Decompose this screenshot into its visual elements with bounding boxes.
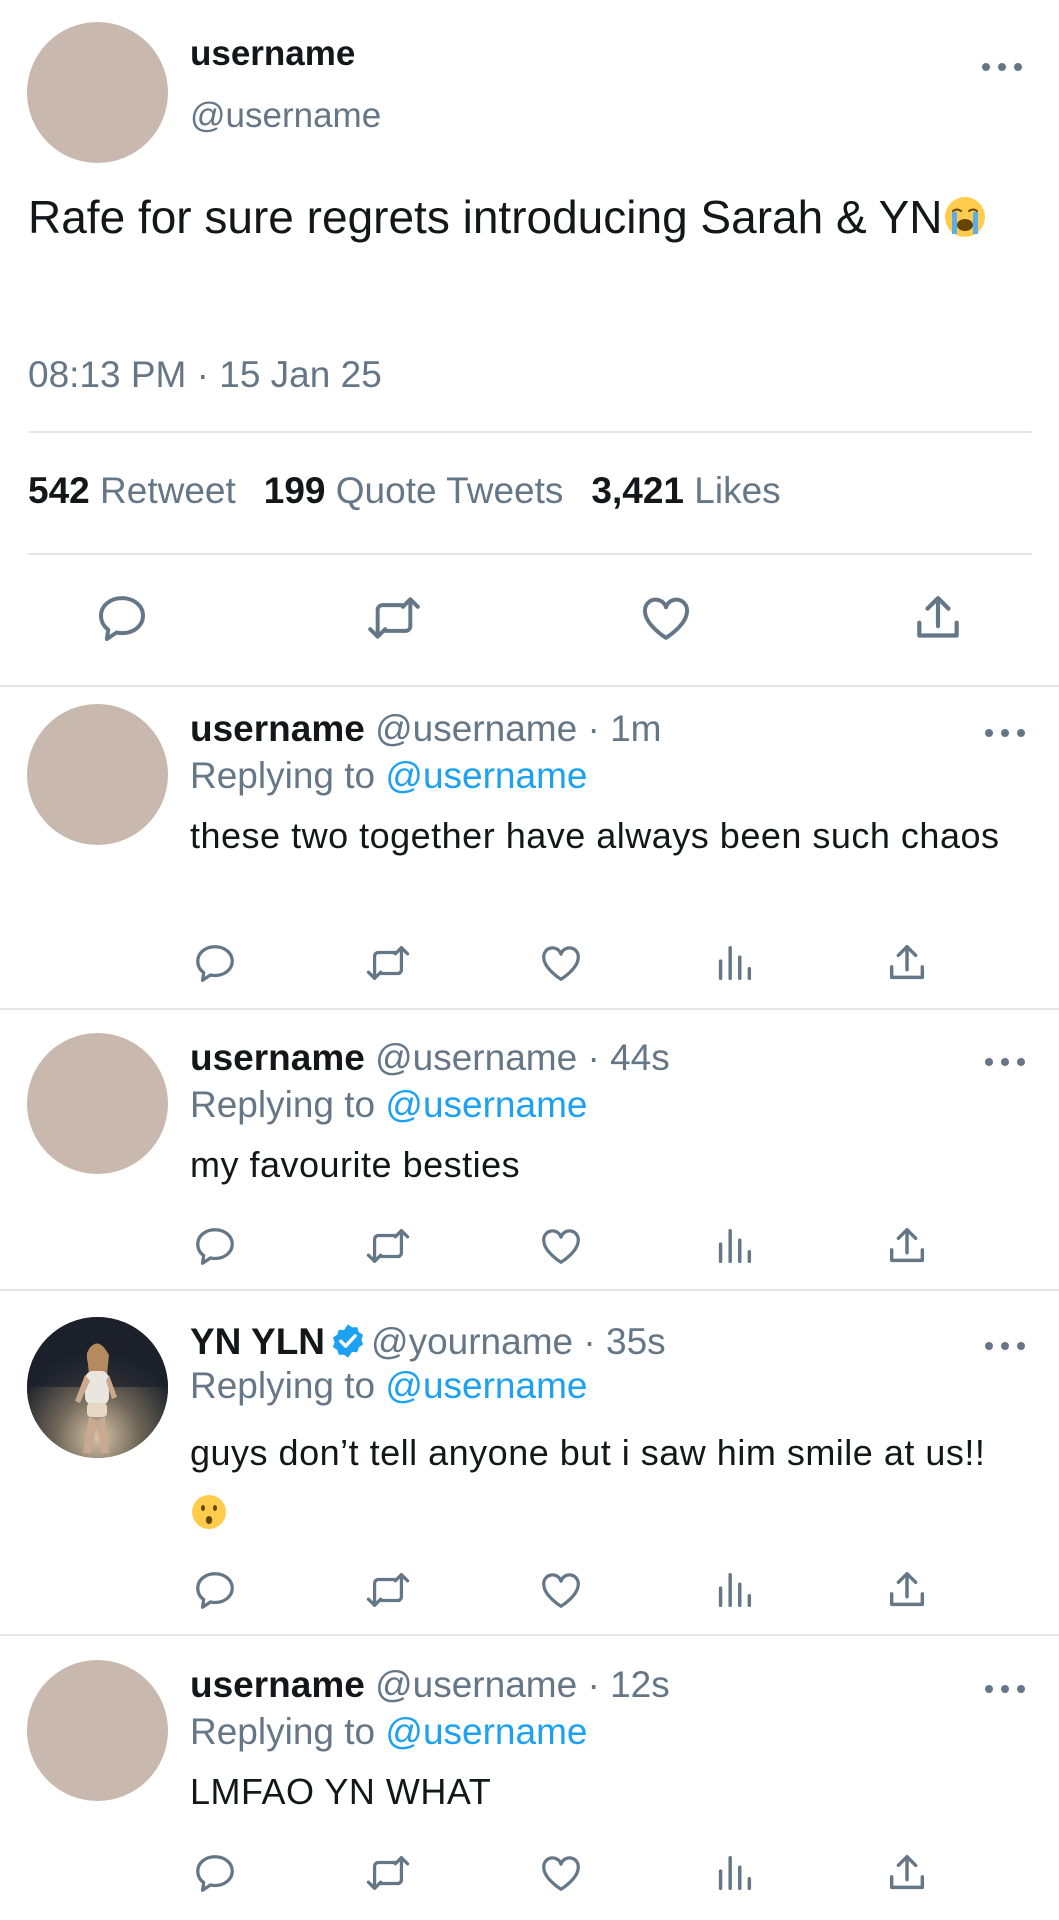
hushed-face-emoji <box>192 1495 226 1529</box>
reply-text: these two together have always been such… <box>190 815 1000 856</box>
main-tweet: username @username Rafe for sure regrets… <box>0 0 1059 685</box>
reply-tweet[interactable]: username @username · 1m Replying to @use… <box>0 690 1059 1008</box>
divider <box>28 431 1032 433</box>
separator <box>0 685 1059 687</box>
reply-actions <box>0 940 1059 990</box>
like-icon[interactable] <box>538 940 584 986</box>
avatar[interactable] <box>27 704 168 845</box>
handle-time: @username · 1m <box>375 708 662 749</box>
reply-icon[interactable] <box>192 1223 238 1269</box>
handle-time: @username · 12s <box>375 1664 670 1705</box>
retweet-icon[interactable] <box>365 1567 411 1613</box>
replying-to: Replying to @username <box>190 755 588 796</box>
mention-link[interactable]: @username <box>385 1365 587 1406</box>
retweet-icon[interactable] <box>366 590 422 646</box>
tweet-text-content: Rafe for sure regrets introducing Sarah … <box>28 191 943 243</box>
reply-text: LMFAO YN WHAT <box>190 1771 492 1812</box>
avatar[interactable] <box>27 1033 168 1174</box>
retweet-icon[interactable] <box>365 1850 411 1896</box>
handle-time: @username · 44s <box>375 1037 670 1078</box>
reply-actions <box>0 1567 1059 1617</box>
share-icon[interactable] <box>884 1223 930 1269</box>
reply-header: username @username · 12s <box>190 1664 670 1706</box>
retweet-icon[interactable] <box>365 940 411 986</box>
display-name[interactable]: YN YLN <box>190 1321 325 1362</box>
quotes-stat[interactable]: 199 Quote Tweets <box>264 470 564 511</box>
verified-badge-icon <box>332 1324 364 1358</box>
reply-icon[interactable] <box>192 940 238 986</box>
reply-icon[interactable] <box>192 1567 238 1613</box>
more-options-icon[interactable] <box>982 60 1022 74</box>
handle[interactable]: @username <box>190 96 381 136</box>
timestamp[interactable]: 08:13 PM · 15 Jan 25 <box>28 354 382 396</box>
share-icon[interactable] <box>884 940 930 986</box>
reply-text-content: guys don’t tell anyone but i saw him smi… <box>190 1432 986 1473</box>
reply-text: my favourite besties <box>190 1144 521 1185</box>
replying-to: Replying to @username <box>190 1084 588 1125</box>
avatar[interactable] <box>27 1660 168 1801</box>
mention-link[interactable]: @username <box>385 1084 587 1125</box>
reply-icon[interactable] <box>192 1850 238 1896</box>
more-options-icon[interactable] <box>985 1055 1025 1069</box>
handle-time: @yourname · 35s <box>371 1321 666 1362</box>
tweet-text: Rafe for sure regrets introducing Sarah … <box>28 183 1008 251</box>
avatar[interactable] <box>27 1317 168 1458</box>
reply-tweet[interactable]: username @username · 44s Replying to @us… <box>0 1019 1059 1289</box>
replying-to: Replying to @username <box>190 1365 588 1406</box>
like-icon[interactable] <box>638 590 694 646</box>
reply-actions <box>0 1223 1059 1273</box>
reply-tweet[interactable]: YN YLN @yourname · 35s Replying to @user… <box>0 1303 1059 1634</box>
reply-header: username @username · 44s <box>190 1037 670 1079</box>
share-icon[interactable] <box>910 590 966 646</box>
retweet-icon[interactable] <box>365 1223 411 1269</box>
retweets-stat[interactable]: 542 Retweet <box>28 470 236 511</box>
analytics-icon[interactable] <box>711 1850 757 1896</box>
separator <box>0 1008 1059 1010</box>
likes-stat[interactable]: 3,421 Likes <box>591 470 780 511</box>
avatar[interactable] <box>27 22 168 163</box>
more-options-icon[interactable] <box>985 726 1025 740</box>
reply-header: YN YLN @yourname · 35s <box>190 1321 666 1363</box>
share-icon[interactable] <box>884 1850 930 1896</box>
display-name[interactable]: username <box>190 34 355 74</box>
more-options-icon[interactable] <box>985 1682 1025 1696</box>
analytics-icon[interactable] <box>711 940 757 986</box>
loudly-crying-face-emoji <box>944 197 985 237</box>
mention-link[interactable]: @username <box>385 755 587 796</box>
divider <box>28 553 1032 555</box>
analytics-icon[interactable] <box>711 1223 757 1269</box>
reply-header: username @username · 1m <box>190 708 661 750</box>
tweet-actions <box>0 590 1059 650</box>
separator <box>0 1634 1059 1636</box>
profile-photo <box>27 1317 168 1458</box>
reply-icon[interactable] <box>94 590 150 646</box>
display-name[interactable]: username <box>190 1037 365 1078</box>
like-icon[interactable] <box>538 1567 584 1613</box>
display-name[interactable]: username <box>190 1664 365 1705</box>
like-icon[interactable] <box>538 1223 584 1269</box>
replying-to: Replying to @username <box>190 1711 588 1752</box>
analytics-icon[interactable] <box>711 1567 757 1613</box>
like-icon[interactable] <box>538 1850 584 1896</box>
reply-text: guys don’t tell anyone but i saw him smi… <box>190 1423 1020 1543</box>
reply-tweet[interactable]: username @username · 12s Replying to @us… <box>0 1646 1059 1916</box>
display-name[interactable]: username <box>190 708 365 749</box>
reply-actions <box>0 1850 1059 1900</box>
mention-link[interactable]: @username <box>385 1711 587 1752</box>
share-icon[interactable] <box>884 1567 930 1613</box>
separator <box>0 1289 1059 1291</box>
tweet-stats: 542 Retweet 199 Quote Tweets 3,421 Likes <box>28 470 781 512</box>
more-options-icon[interactable] <box>985 1339 1025 1353</box>
